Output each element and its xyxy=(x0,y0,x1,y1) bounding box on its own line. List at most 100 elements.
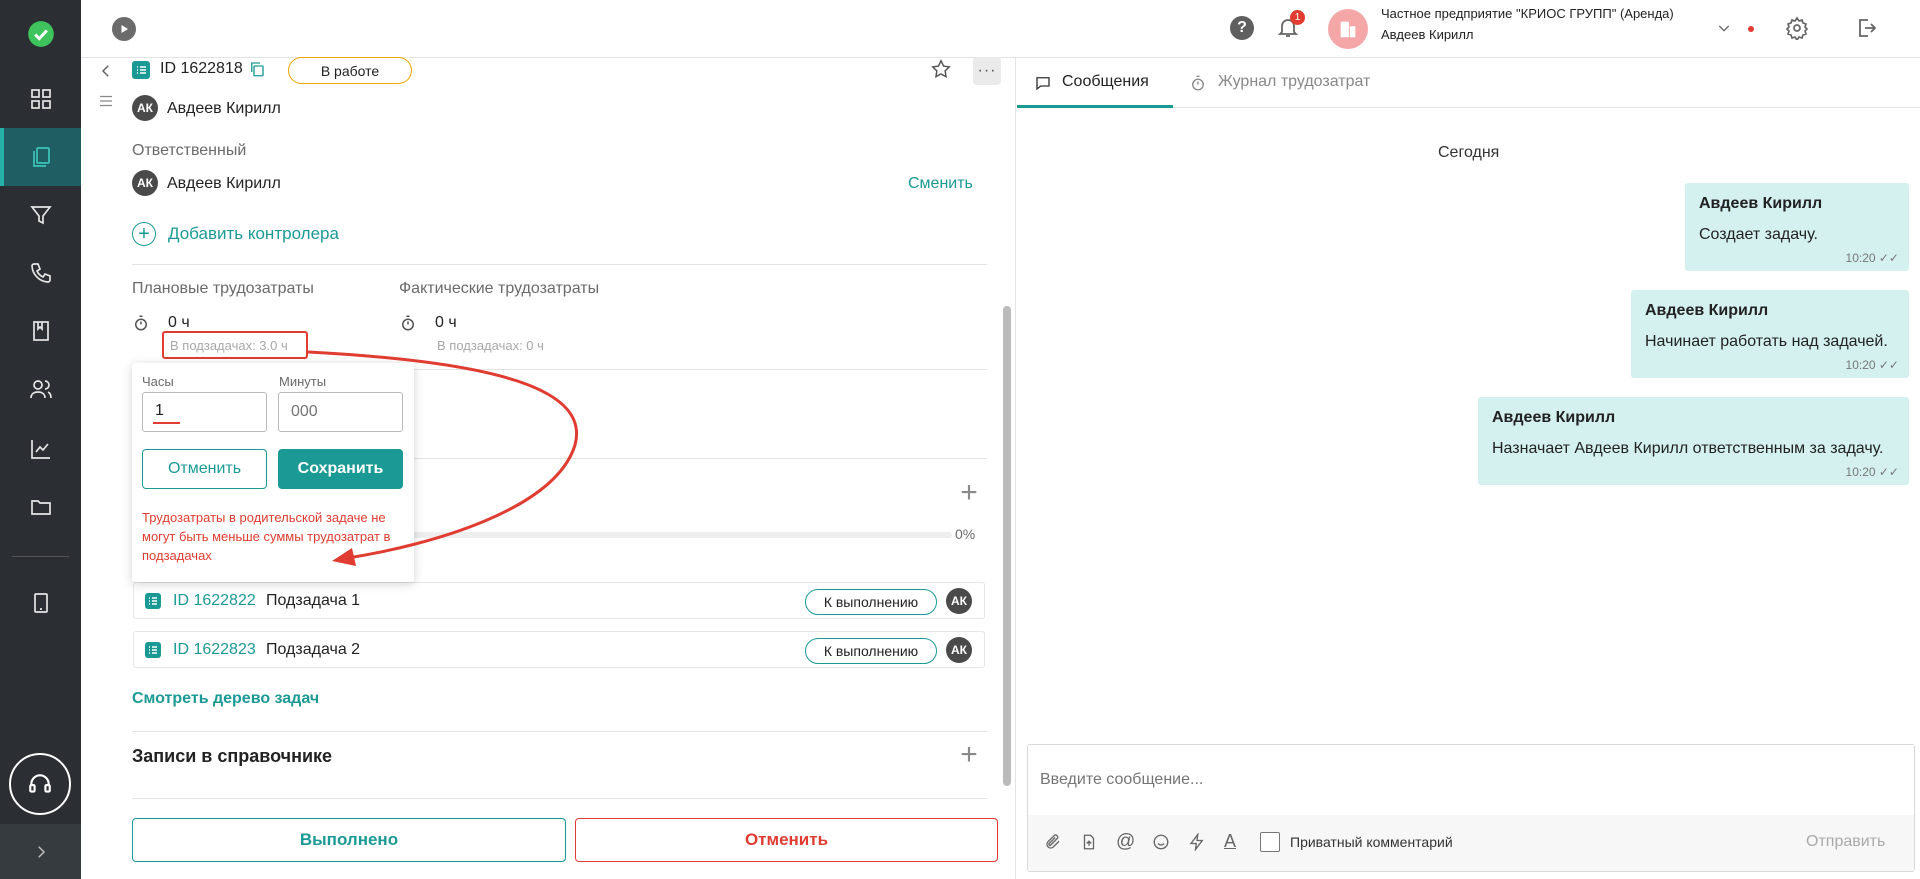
tasks-icon[interactable] xyxy=(0,128,81,186)
message: Авдеев Кирилл Назначает Авдеев Кирилл от… xyxy=(1478,397,1909,485)
date-separator: Сегодня xyxy=(1438,144,1500,161)
save-button[interactable]: Сохранить xyxy=(278,449,403,489)
lightning-icon[interactable] xyxy=(1188,832,1206,856)
progress-value: 0% xyxy=(955,526,976,542)
filter-icon[interactable] xyxy=(0,186,81,244)
organization-name[interactable]: Частное предприятие "КРИОС ГРУПП" (Аренд… xyxy=(1381,6,1674,21)
chat-panel: Сообщения Журнал трудозатрат Сегодня Авд… xyxy=(1017,58,1920,879)
planned-labor-value[interactable]: 0 ч xyxy=(168,314,190,332)
gear-icon[interactable] xyxy=(1785,16,1809,45)
status-dot xyxy=(1748,26,1754,32)
subtask-status-badge[interactable]: К выполнению xyxy=(805,589,937,615)
chart-icon[interactable] xyxy=(0,420,81,478)
message-time: 10:20 ✓✓ xyxy=(1845,358,1899,372)
hours-input[interactable]: 1 xyxy=(142,392,267,432)
divider xyxy=(132,264,987,265)
message: Авдеев Кирилл Начинает работать над зада… xyxy=(1631,290,1909,378)
attach-icon[interactable] xyxy=(1044,833,1062,856)
expand-sidebar-icon[interactable] xyxy=(0,824,81,879)
text-format-icon[interactable]: A xyxy=(1224,831,1236,852)
message-input[interactable] xyxy=(1028,745,1914,815)
task-type-icon xyxy=(145,642,161,658)
time-text: 10:20 xyxy=(1845,251,1876,265)
sidebar xyxy=(0,0,81,879)
stopwatch-icon xyxy=(132,314,150,337)
bell-icon[interactable]: 1 xyxy=(1276,10,1305,41)
play-icon[interactable] xyxy=(112,17,136,41)
emoji-icon[interactable] xyxy=(1152,833,1170,856)
subtask-id[interactable]: ID 1622823 xyxy=(173,641,256,659)
divider xyxy=(132,731,987,732)
support-headset-icon[interactable] xyxy=(9,753,71,815)
logout-icon[interactable] xyxy=(1854,16,1878,45)
send-button[interactable]: Отправить xyxy=(1806,833,1885,851)
file-upload-icon[interactable] xyxy=(1080,833,1098,856)
responsible-name: Авдеев Кирилл xyxy=(167,175,281,192)
tab-messages[interactable]: Сообщения xyxy=(1017,58,1173,108)
avatar: АК xyxy=(132,170,158,196)
done-button[interactable]: Выполнено xyxy=(132,818,566,862)
author-name: Авдеев Кирилл xyxy=(167,100,281,117)
sidebar-divider xyxy=(12,556,69,557)
tab-label: Журнал трудозатрат xyxy=(1218,73,1371,90)
users-icon[interactable] xyxy=(0,360,81,418)
composer-toolbar: @ A Приватный комментарий Отправить xyxy=(1028,815,1914,871)
subtask-name[interactable]: Подзадача 1 xyxy=(266,592,360,610)
mention-icon[interactable]: @ xyxy=(1116,831,1135,853)
avatar: АК xyxy=(132,95,158,121)
divider xyxy=(132,798,987,799)
actual-labor-label: Фактические трудозатраты xyxy=(399,280,600,297)
actual-subtasks-value: В подзадачах: 0 ч xyxy=(437,338,544,353)
private-comment-label: Приватный комментарий xyxy=(1290,834,1453,850)
labor-edit-popup: Часы Минуты 1 Отменить Сохранить Трудоза… xyxy=(132,363,414,582)
scrollbar[interactable] xyxy=(1003,306,1011,786)
organization-avatar[interactable] xyxy=(1328,9,1368,49)
add-icon[interactable]: + xyxy=(132,222,156,246)
message-text: Назначает Авдеев Кирилл ответственным за… xyxy=(1492,440,1884,457)
list-item[interactable]: ID 1622822 Подзадача 1 К выполнению АК xyxy=(133,582,985,619)
back-icon[interactable] xyxy=(97,62,115,85)
message-time: 10:20 ✓✓ xyxy=(1845,465,1899,479)
dashboard-icon[interactable] xyxy=(0,70,81,128)
list-item[interactable]: ID 1622823 Подзадача 2 К выполнению АК xyxy=(133,631,985,668)
subtask-status-badge[interactable]: К выполнению xyxy=(805,638,937,664)
add-directory-icon[interactable]: + xyxy=(957,740,981,770)
subtask-id[interactable]: ID 1622822 xyxy=(173,592,256,610)
tablet-icon[interactable] xyxy=(0,574,81,632)
change-responsible-link[interactable]: Сменить xyxy=(908,175,973,193)
message-time: 10:20 ✓✓ xyxy=(1845,251,1899,265)
book-icon[interactable] xyxy=(0,302,81,360)
more-options-icon[interactable]: ··· xyxy=(973,57,1001,85)
copy-icon[interactable] xyxy=(248,60,266,83)
input-underline xyxy=(153,422,180,424)
message-text: Создает задачу. xyxy=(1699,226,1818,243)
help-icon[interactable]: ? xyxy=(1230,16,1254,40)
minutes-input[interactable] xyxy=(278,392,403,432)
private-comment-checkbox[interactable] xyxy=(1260,832,1280,852)
highlight-box xyxy=(162,331,308,359)
logo-check-icon[interactable] xyxy=(0,5,81,63)
tab-labor-log[interactable]: Журнал трудозатрат xyxy=(1189,58,1389,108)
phone-icon[interactable] xyxy=(0,244,81,302)
task-card: ID 1622818 В работе ··· АК Авдеев Кирилл… xyxy=(81,57,1016,879)
cancel-task-button[interactable]: Отменить xyxy=(575,818,998,862)
menu-icon[interactable] xyxy=(97,92,115,115)
add-controller-link[interactable]: Добавить контролера xyxy=(168,224,339,244)
chevron-down-icon[interactable] xyxy=(1716,20,1732,41)
planned-labor-label: Плановые трудозатраты xyxy=(132,280,314,297)
current-user-name[interactable]: Авдеев Кирилл xyxy=(1381,27,1474,42)
avatar: АК xyxy=(946,588,972,614)
add-subtask-icon[interactable]: + xyxy=(957,478,981,508)
folder-icon[interactable] xyxy=(0,478,81,536)
stopwatch-icon xyxy=(399,314,417,337)
time-text: 10:20 xyxy=(1845,465,1876,479)
message-author: Авдеев Кирилл xyxy=(1492,409,1616,426)
message-author: Авдеев Кирилл xyxy=(1645,302,1769,319)
directory-title: Записи в справочнике xyxy=(132,746,333,766)
star-icon[interactable] xyxy=(930,58,952,85)
cancel-button[interactable]: Отменить xyxy=(142,449,267,489)
task-tree-link[interactable]: Смотреть дерево задач xyxy=(132,690,319,708)
notifications-badge: 1 xyxy=(1290,10,1305,25)
subtask-name[interactable]: Подзадача 2 xyxy=(266,641,360,659)
status-badge[interactable]: В работе xyxy=(288,57,412,84)
